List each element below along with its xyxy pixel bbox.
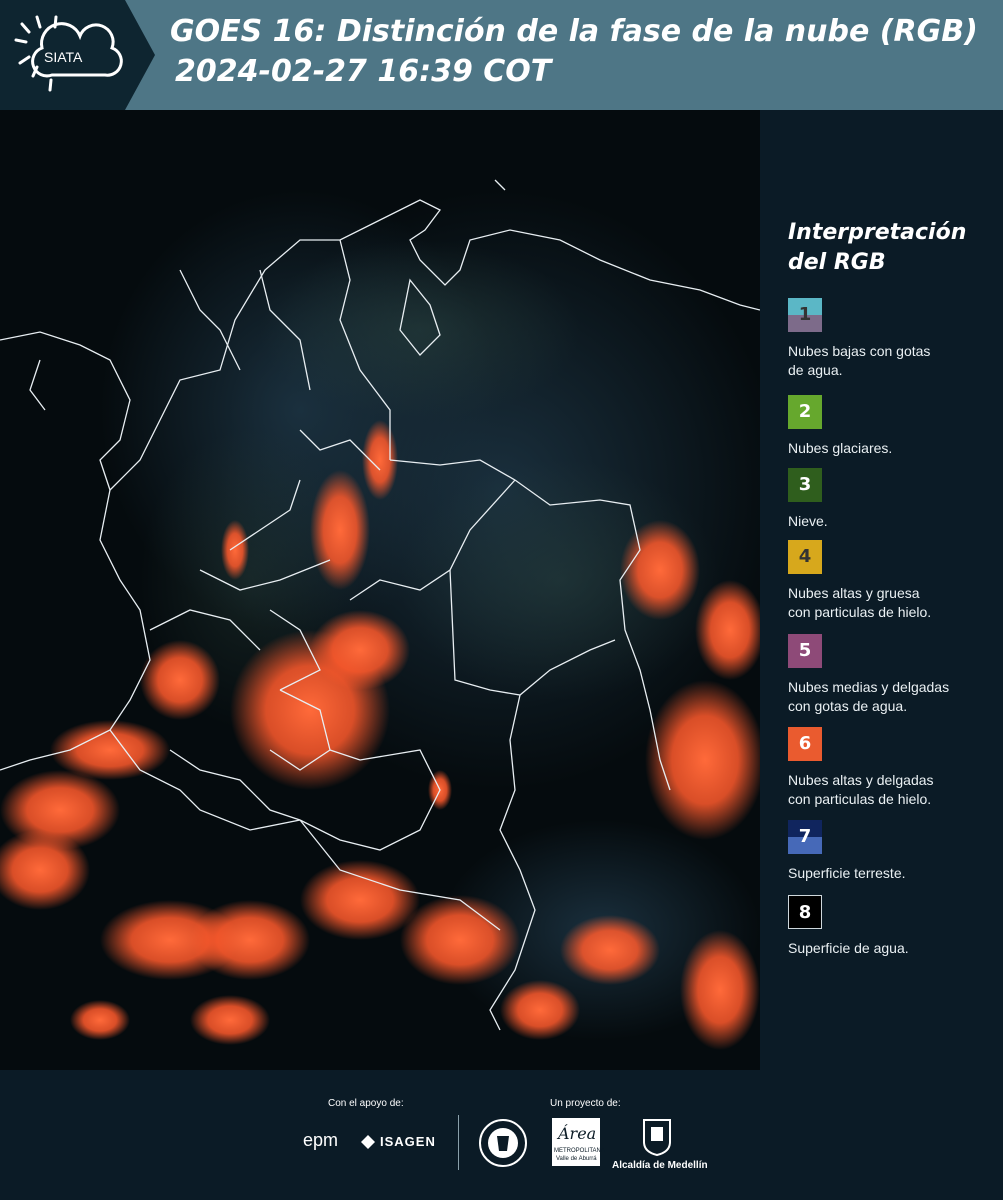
page-timestamp: 2024-02-27 16:39 COT: [175, 54, 552, 89]
legend-label-4: Nubes altas y gruesa con particulas de h…: [788, 584, 1003, 622]
legend-label-1-line2: de agua.: [788, 362, 843, 378]
siata-logo-text: SIATA: [44, 49, 83, 65]
alcaldia-label: Alcaldía de Medellín: [612, 1160, 708, 1171]
legend-title-line2: del RGB: [788, 250, 886, 275]
epm-logo: epm: [303, 1130, 339, 1150]
isagen-logo: ISAGEN: [380, 1134, 436, 1149]
area-logo-name: Área: [558, 1124, 597, 1143]
legend-label-1-line1: Nubes bajas con gotas: [788, 343, 931, 359]
footer: Con el apoyo de: Un proyecto de: epm ISA…: [0, 1070, 1003, 1200]
area-metropolitana-logo: Área METROPOLITANA Valle de Aburrá: [552, 1118, 605, 1166]
legend-swatch-5: 5: [788, 634, 822, 668]
siata-logo-icon: SIATA: [14, 15, 123, 92]
legend-label-7-line1: Superficie terreste.: [788, 865, 906, 881]
project-label: Un proyecto de:: [550, 1098, 621, 1109]
seal-logo-icon: [478, 1118, 528, 1173]
support-label: Con el apoyo de:: [328, 1098, 404, 1109]
satellite-map: [0, 110, 760, 1070]
legend-label-7: Superficie terreste.: [788, 864, 1003, 883]
legend-label-5: Nubes medias y delgadas con gotas de agu…: [788, 678, 1003, 716]
legend-title: Interpretación del RGB: [788, 218, 988, 278]
legend-label-4-line2: con particulas de hielo.: [788, 604, 932, 620]
legend-label-6: Nubes altas y delgadas con particulas de…: [788, 771, 1003, 809]
page-title: GOES 16: Distinción de la fase de la nub…: [170, 14, 978, 49]
legend-swatch-6: 6: [788, 727, 822, 761]
alcaldia-shield-icon: [642, 1118, 672, 1161]
legend-label-6-line2: con particulas de hielo.: [788, 791, 932, 807]
legend-label-8-line1: Superficie de agua.: [788, 940, 909, 956]
legend-label-1: Nubes bajas con gotas de agua.: [788, 342, 1003, 380]
isagen-logo-icon: [360, 1134, 376, 1150]
legend-label-6-line1: Nubes altas y delgadas: [788, 772, 934, 788]
legend-label-3: Nieve.: [788, 512, 1003, 531]
legend-swatch-8: 8: [788, 895, 822, 929]
legend-title-line1: Interpretación: [788, 220, 967, 245]
footer-divider: [458, 1115, 459, 1170]
legend-label-3-line1: Nieve.: [788, 513, 828, 529]
legend-label-8: Superficie de agua.: [788, 939, 1003, 958]
legend-swatch-7: 7: [788, 820, 822, 854]
legend-swatch-2: 2: [788, 395, 822, 429]
siata-logo-box: SIATA: [0, 0, 155, 110]
satellite-image: [0, 179, 760, 1050]
legend-label-2-line1: Nubes glaciares.: [788, 440, 893, 456]
legend-label-5-line1: Nubes medias y delgadas: [788, 679, 950, 695]
legend-panel: Interpretación del RGB 1 Nubes bajas con…: [760, 110, 1003, 1070]
legend-swatch-4: 4: [788, 540, 822, 574]
legend-swatch-3: 3: [788, 468, 822, 502]
legend-label-4-line1: Nubes altas y gruesa: [788, 585, 920, 601]
legend-swatch-1: 1: [788, 298, 822, 332]
header-banner: SIATA GOES 16: Distinción de la fase de …: [0, 0, 1003, 110]
legend-label-2: Nubes glaciares.: [788, 439, 1003, 458]
legend-label-5-line2: con gotas de agua.: [788, 698, 908, 714]
area-logo-sub2: Valle de Aburrá: [556, 1156, 597, 1162]
area-logo-sub1: METROPOLITANA: [554, 1148, 605, 1154]
